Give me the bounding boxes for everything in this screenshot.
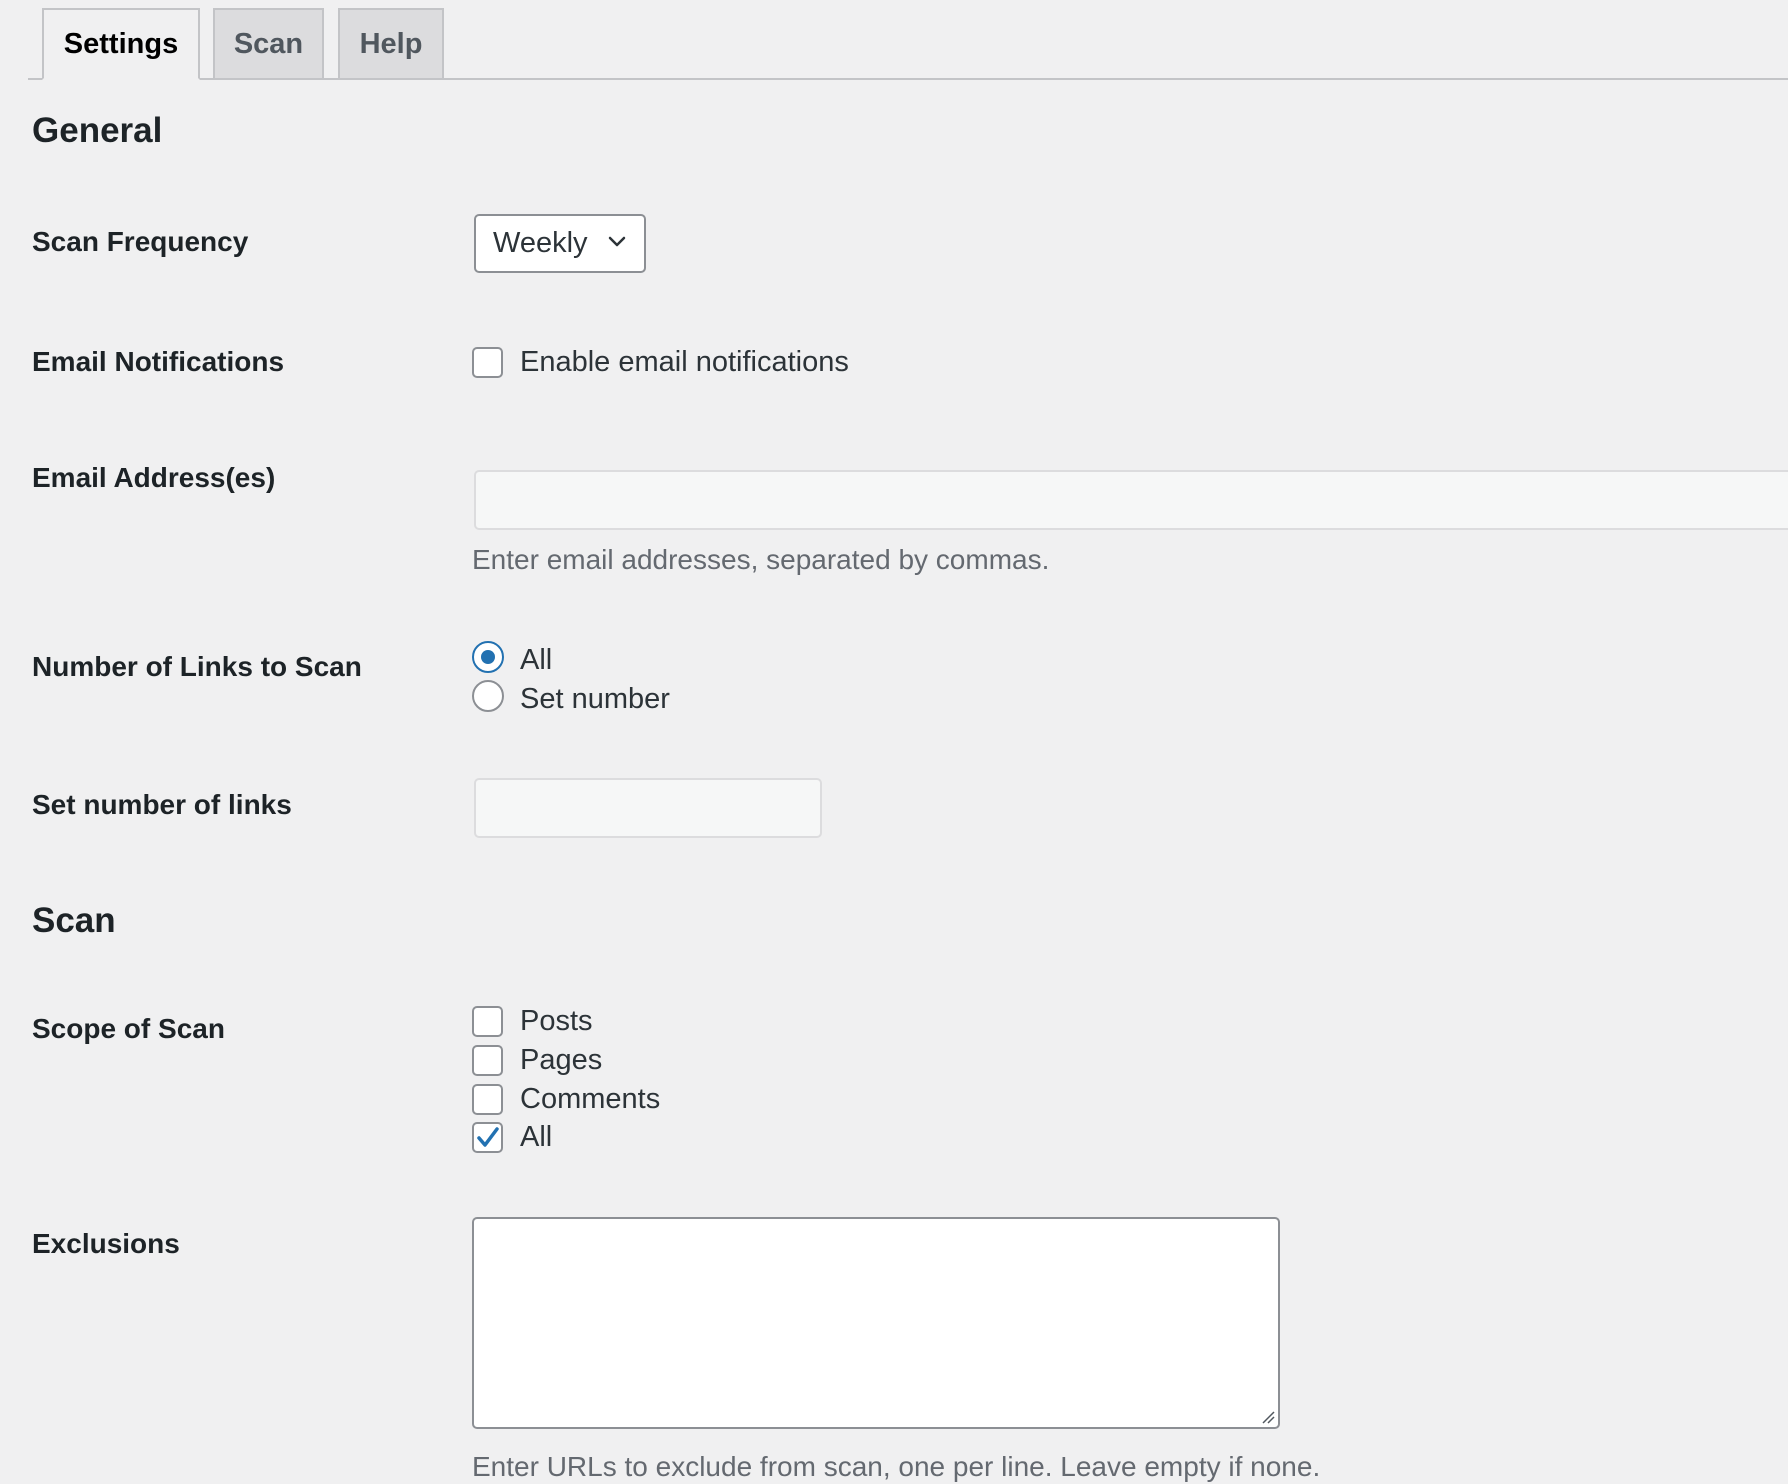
set-number-of-links-input[interactable] <box>474 778 822 838</box>
exclusions-textarea[interactable] <box>472 1217 1280 1429</box>
tab-help[interactable]: Help <box>338 8 444 78</box>
checkmark-icon <box>477 1127 499 1147</box>
links-all-radio[interactable] <box>472 641 504 673</box>
email-addresses-label: Email Address(es) <box>32 462 276 493</box>
links-set-number-radio[interactable] <box>472 680 504 712</box>
section-title-scan: Scan <box>32 901 116 940</box>
enable-email-notifications-checkbox[interactable] <box>472 347 503 378</box>
scope-of-scan-label: Scope of Scan <box>32 1013 225 1044</box>
settings-page: Settings Scan Help General Scan Frequenc… <box>0 0 1788 1484</box>
scan-frequency-value: Weekly <box>493 227 588 259</box>
scan-frequency-label: Scan Frequency <box>32 226 249 257</box>
scope-pages-checkbox[interactable] <box>472 1045 503 1076</box>
scope-all-label[interactable]: All <box>520 1121 552 1154</box>
email-addresses-help: Enter email addresses, separated by comm… <box>472 544 1050 575</box>
links-set-number-label[interactable]: Set number <box>520 683 670 716</box>
email-notifications-label: Email Notifications <box>32 346 285 377</box>
chevron-down-icon <box>608 236 626 247</box>
scope-posts-checkbox[interactable] <box>472 1006 503 1037</box>
exclusions-help: Enter URLs to exclude from scan, one per… <box>472 1451 1321 1482</box>
resize-grip-icon[interactable] <box>1261 1410 1275 1424</box>
tab-settings[interactable]: Settings <box>42 8 200 80</box>
scope-pages-label[interactable]: Pages <box>520 1044 602 1077</box>
set-number-of-links-label: Set number of links <box>32 789 292 820</box>
tab-bar-divider <box>28 78 1788 80</box>
tab-scan[interactable]: Scan <box>213 8 324 78</box>
scope-posts-label[interactable]: Posts <box>520 1005 593 1038</box>
scope-all-checkbox[interactable] <box>472 1122 503 1153</box>
scope-comments-checkbox[interactable] <box>472 1084 503 1115</box>
links-all-label[interactable]: All <box>520 644 552 677</box>
radio-selected-dot <box>481 650 495 664</box>
exclusions-label: Exclusions <box>32 1228 180 1259</box>
enable-email-notifications-label[interactable]: Enable email notifications <box>520 346 849 379</box>
links-to-scan-label: Number of Links to Scan <box>32 651 362 682</box>
section-title-general: General <box>32 111 163 150</box>
scope-comments-label[interactable]: Comments <box>520 1083 660 1116</box>
scan-frequency-select[interactable]: Weekly <box>474 214 646 273</box>
email-addresses-input[interactable] <box>474 470 1788 530</box>
